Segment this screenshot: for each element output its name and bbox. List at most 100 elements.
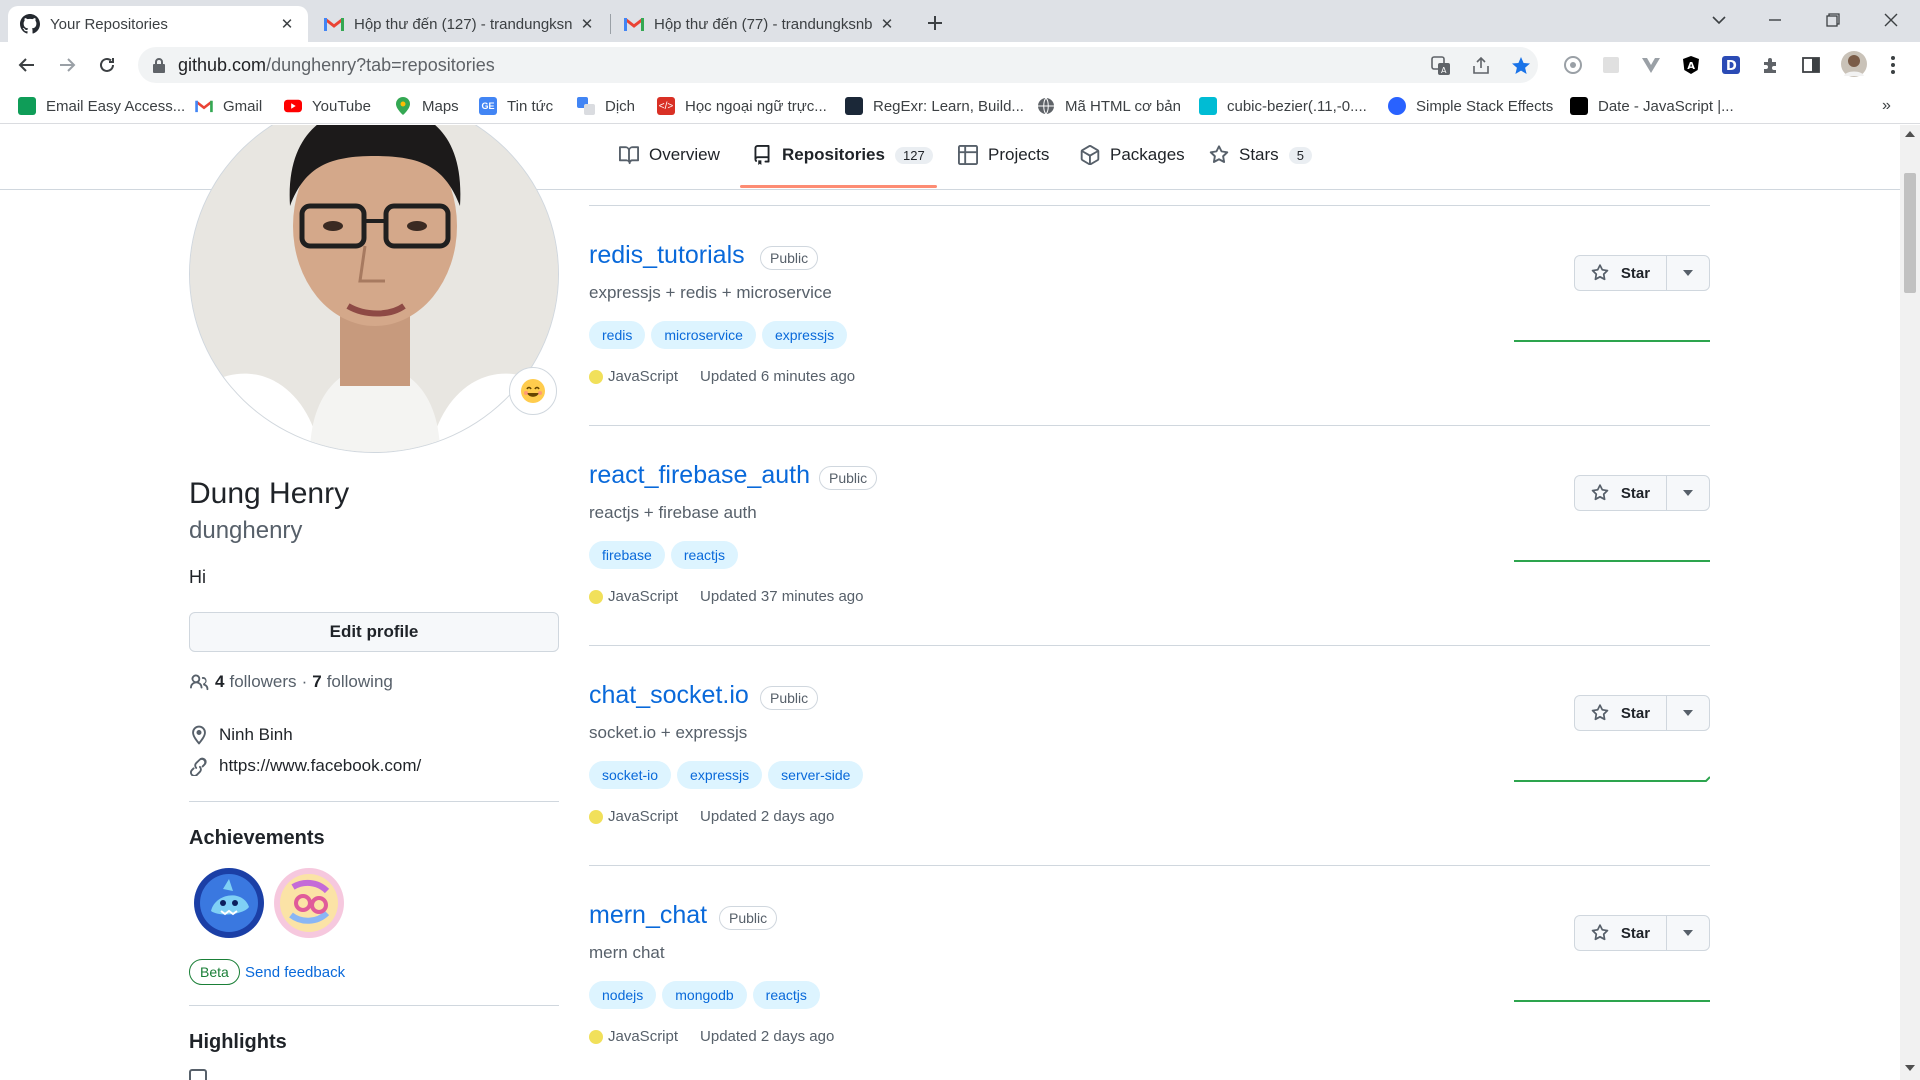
restore-button[interactable] <box>1810 0 1856 40</box>
topic-tag[interactable]: expressjs <box>677 761 763 789</box>
tab-repositories[interactable]: Repositories 127 <box>752 139 933 171</box>
topic-tag[interactable]: expressjs <box>761 321 848 349</box>
repo-name-link[interactable]: redis_tutorials <box>589 241 745 270</box>
star-icon <box>1591 704 1609 722</box>
page-scrollbar[interactable] <box>1900 125 1920 1080</box>
website-link[interactable]: https://www.facebook.com/ <box>219 756 421 776</box>
repo-name-link[interactable]: react_firebase_auth <box>589 461 810 490</box>
topic-tag[interactable]: reactjs <box>670 541 739 569</box>
topic-tag[interactable]: redis <box>589 321 646 349</box>
send-feedback-link[interactable]: Send feedback <box>245 964 345 981</box>
topic-tag[interactable]: nodejs <box>589 981 657 1009</box>
extension-circle-icon[interactable] <box>1562 54 1584 76</box>
bookmark-maps[interactable]: Maps <box>394 95 459 117</box>
scroll-up-icon[interactable] <box>1905 131 1915 137</box>
profile-avatar[interactable] <box>189 125 559 453</box>
bookmark-star-icon[interactable] <box>1510 55 1532 77</box>
star-button-main[interactable]: Star <box>1575 256 1667 290</box>
star-button[interactable]: Star <box>1574 475 1710 511</box>
profile-website[interactable]: https://www.facebook.com/ <box>189 756 421 776</box>
scrollbar-thumb[interactable] <box>1904 173 1916 293</box>
star-button[interactable]: Star <box>1574 915 1710 951</box>
star-lists-dropdown[interactable] <box>1667 696 1709 730</box>
repo-description: socket.io + expressjs <box>589 723 748 742</box>
followers-link[interactable]: followers <box>229 672 296 692</box>
back-button[interactable] <box>12 50 42 80</box>
news-icon: GE <box>479 97 497 115</box>
repo-updated: Updated 2 days ago <box>700 808 835 825</box>
bookmark-label: Email Easy Access... <box>46 97 186 115</box>
bookmark-label: Dịch <box>605 97 636 115</box>
language-color-dot <box>589 809 603 824</box>
star-lists-dropdown[interactable] <box>1667 916 1709 950</box>
star-button-main[interactable]: Star <box>1575 696 1667 730</box>
topic-tag[interactable]: mongodb <box>662 981 747 1009</box>
bookmark-email-easy-access[interactable]: Email Easy Access... <box>18 95 185 117</box>
status-emoji-icon[interactable] <box>509 367 557 415</box>
browser-tab[interactable]: Hộp thư đến (77) - trandungksnb ✕ <box>612 6 908 42</box>
bookmark-translate[interactable]: Dịch <box>577 95 635 117</box>
star-lists-dropdown[interactable] <box>1667 256 1709 290</box>
achievement-shark-badge[interactable] <box>193 867 265 939</box>
forward-button[interactable] <box>52 50 82 80</box>
browser-tab-active[interactable]: Your Repositories ✕ <box>8 6 308 42</box>
star-button-main[interactable]: Star <box>1575 916 1667 950</box>
angular-icon[interactable]: A <box>1680 54 1702 76</box>
topic-tag[interactable]: microservice <box>651 321 756 349</box>
followers-count[interactable]: 4 <box>215 672 224 692</box>
tab-projects[interactable]: Projects <box>958 139 1049 171</box>
bookmark-gmail[interactable]: Gmail <box>195 95 262 117</box>
chrome-menu-icon[interactable] <box>1882 54 1904 76</box>
topic-tag[interactable]: firebase <box>589 541 665 569</box>
achievement-yolo-badge[interactable] <box>273 867 345 939</box>
bookmark-cubic-bezier[interactable]: cubic-bezier(.11,-0.... <box>1199 95 1367 117</box>
url-text: github.com/dunghenry?tab=repositories <box>178 55 495 76</box>
scroll-down-icon[interactable] <box>1905 1065 1915 1071</box>
close-tab-icon[interactable]: ✕ <box>578 15 596 33</box>
d-extension-icon[interactable]: D <box>1720 54 1742 76</box>
extensions-puzzle-icon[interactable] <box>1760 54 1782 76</box>
repo-name-link[interactable]: chat_socket.io <box>589 681 749 710</box>
topic-tag[interactable]: server-side <box>768 761 864 789</box>
bookmark-language-learning[interactable]: </> Học ngoại ngữ trực... <box>657 95 827 117</box>
reload-button[interactable] <box>92 50 122 80</box>
star-button[interactable]: Star <box>1574 255 1710 291</box>
following-link[interactable]: following <box>327 672 393 692</box>
star-button-main[interactable]: Star <box>1575 476 1667 510</box>
star-button[interactable]: Star <box>1574 695 1710 731</box>
extension-square-icon[interactable] <box>1600 54 1622 76</box>
minimize-button[interactable] <box>1752 0 1798 40</box>
translate-icon[interactable]: A <box>1430 55 1452 77</box>
tab-search-button[interactable] <box>1696 0 1742 40</box>
svg-text:D: D <box>1726 59 1737 74</box>
tab-label: Stars <box>1239 145 1279 164</box>
bookmark-simple-stack-effects[interactable]: Simple Stack Effects <box>1388 95 1553 117</box>
topic-tag[interactable]: reactjs <box>752 981 820 1009</box>
tab-overview[interactable]: Overview <box>619 139 720 171</box>
bookmark-html-basics[interactable]: Mã HTML cơ bản <box>1037 95 1181 117</box>
topic-tag[interactable]: socket-io <box>589 761 672 789</box>
more-bookmarks-icon[interactable]: » <box>1882 95 1891 117</box>
lock-icon[interactable] <box>152 57 166 73</box>
beta-label: Beta <box>189 959 240 985</box>
share-icon[interactable] <box>1470 55 1492 77</box>
bookmark-regexr[interactable]: RegExr: Learn, Build... <box>845 95 1024 117</box>
bookmark-date-javascript[interactable]: Date - JavaScript |... <box>1570 95 1734 117</box>
side-panel-icon[interactable] <box>1800 54 1822 76</box>
star-lists-dropdown[interactable] <box>1667 476 1709 510</box>
close-tab-icon[interactable]: ✕ <box>878 15 896 33</box>
browser-tab[interactable]: Hộp thư đến (127) - trandungksn ✕ <box>312 6 608 42</box>
close-window-button[interactable] <box>1868 0 1914 40</box>
repo-name-link[interactable]: mern_chat <box>589 901 707 930</box>
vue-devtools-icon[interactable] <box>1640 54 1662 76</box>
following-count[interactable]: 7 <box>312 672 321 692</box>
tab-packages[interactable]: Packages <box>1080 139 1185 171</box>
new-tab-button[interactable] <box>920 8 950 38</box>
profile-avatar-icon[interactable] <box>1840 50 1868 78</box>
bookmark-youtube[interactable]: YouTube <box>284 95 371 117</box>
tab-stars[interactable]: Stars 5 <box>1209 139 1312 171</box>
bookmark-news[interactable]: GE Tin tức <box>479 95 553 117</box>
edit-profile-button[interactable]: Edit profile <box>189 612 559 652</box>
address-bar[interactable]: github.com/dunghenry?tab=repositories A <box>138 47 1538 83</box>
close-tab-icon[interactable]: ✕ <box>278 15 296 33</box>
